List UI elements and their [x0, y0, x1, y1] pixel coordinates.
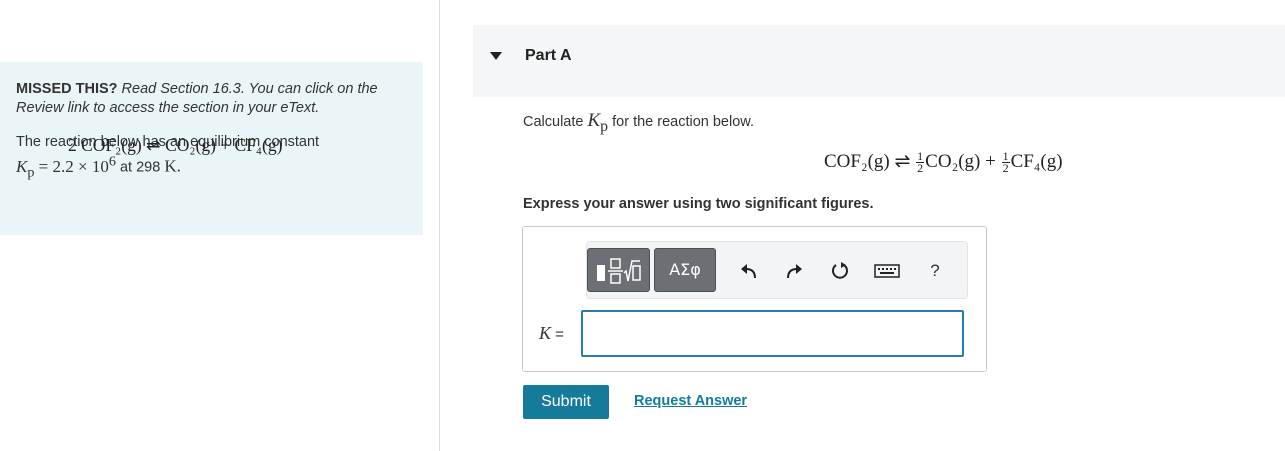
submit-button[interactable]: Submit	[523, 385, 609, 419]
panel-divider	[439, 0, 440, 451]
keyboard-icon	[874, 264, 900, 278]
answer-label: K =	[539, 323, 564, 343]
given-equation: 2 COF₂(g) ⇌ CO₂(g) + CF₄(g)	[68, 135, 283, 155]
help-button[interactable]: ?	[920, 256, 950, 286]
redo-button[interactable]	[779, 256, 809, 286]
help-icon: ?	[930, 261, 940, 280]
keyboard-button[interactable]	[870, 256, 904, 286]
templates-icon	[597, 258, 641, 284]
missed-this-text: MISSED THIS? Read Section 16.3. You can …	[16, 80, 407, 118]
half-fraction: 12	[1001, 149, 1010, 176]
undo-button[interactable]	[734, 256, 764, 286]
caret-down-icon[interactable]	[490, 52, 502, 60]
undo-icon	[741, 264, 756, 279]
answer-instruction: Express your answer using two significan…	[523, 196, 874, 212]
reset-button[interactable]	[825, 256, 855, 286]
temp-unit: K.	[164, 156, 181, 176]
part-header[interactable]: Part A	[473, 25, 1285, 97]
missed-label: MISSED THIS?	[16, 81, 118, 97]
target-reaction: COF₂(g) ⇌ 1 2 CO₂(g) + 1 2 CF₄(g)	[824, 149, 1063, 176]
templates-button[interactable]	[587, 248, 650, 292]
greek-letters-button[interactable]: ΑΣφ	[654, 248, 716, 292]
part-title: Part A	[525, 47, 572, 64]
kp-symbol: Kp	[587, 110, 609, 135]
redo-icon	[787, 264, 802, 279]
answer-input[interactable]	[581, 310, 964, 357]
question-text: Calculate Kp for the reaction below.	[523, 110, 754, 135]
temp-text: at 298	[115, 159, 165, 176]
half-fraction: 12	[916, 149, 925, 176]
request-answer-link[interactable]: Request Answer	[634, 393, 747, 409]
reset-icon	[832, 262, 848, 279]
math-toolbar: ΑΣφ ?	[586, 241, 968, 299]
kp-expression: Kp = 2.2 × 106	[16, 153, 116, 181]
answer-panel: ΑΣφ ? K =	[522, 226, 987, 372]
